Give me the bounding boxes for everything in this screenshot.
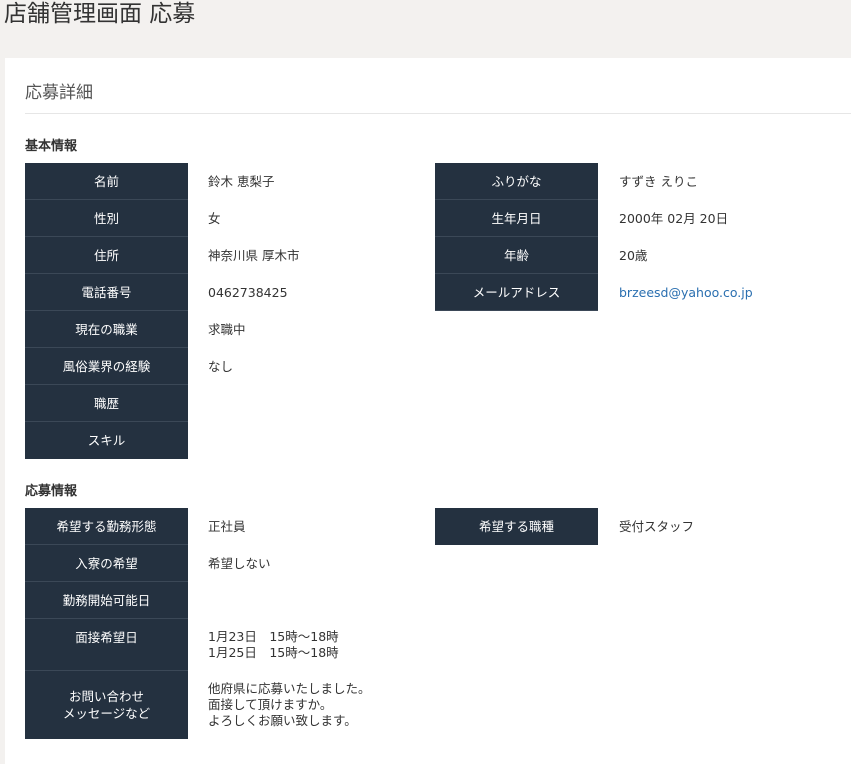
employment-type-label: 希望する勤務形態 xyxy=(25,508,188,545)
panel-title: 応募詳細 xyxy=(25,83,93,103)
job-type-label: 希望する職種 xyxy=(435,508,598,545)
skill-label: スキル xyxy=(25,422,188,459)
email-label: メールアドレス xyxy=(435,274,598,311)
employment-type-value: 正社員 xyxy=(208,518,246,534)
inquiry-message-label: お問い合わせ メッセージなど xyxy=(25,671,188,739)
experience-label: 風俗業界の経験 xyxy=(25,348,188,385)
birthdate-value: 2000年 02月 20日 xyxy=(619,210,729,226)
email-cell: brzeesd@yahoo.co.jp xyxy=(619,274,753,311)
email-link[interactable]: brzeesd@yahoo.co.jp xyxy=(619,285,753,301)
phone-label: 電話番号 xyxy=(25,274,188,311)
phone-value: 0462738425 xyxy=(208,284,288,300)
furigana-value: すずき えりこ xyxy=(619,173,698,189)
start-date-label: 勤務開始可能日 xyxy=(25,582,188,619)
furigana-label: ふりがな xyxy=(435,163,598,200)
current-job-value: 求職中 xyxy=(208,321,246,337)
name-value: 鈴木 恵梨子 xyxy=(208,173,275,189)
inquiry-message-value: 他府県に応募いたしました。 面接して頂けますか。 よろしくお願い致します。 xyxy=(208,681,371,728)
career-label: 職歴 xyxy=(25,385,188,422)
age-value: 20歳 xyxy=(619,247,648,263)
basic-info-heading: 基本情報 xyxy=(25,139,78,154)
application-detail-panel: 応募詳細 基本情報 名前 鈴木 恵梨子 ふりがな すずき えりこ 性別 女 生年… xyxy=(5,58,851,764)
experience-value: なし xyxy=(208,358,234,374)
address-value: 神奈川県 厚木市 xyxy=(208,247,300,263)
divider xyxy=(25,113,851,114)
age-label: 年齢 xyxy=(435,237,598,274)
page-title: 店舗管理画面 応募 xyxy=(4,1,196,27)
birthdate-label: 生年月日 xyxy=(435,200,598,237)
dorm-value: 希望しない xyxy=(208,555,271,571)
job-type-value: 受付スタッフ xyxy=(619,518,695,534)
address-label: 住所 xyxy=(25,237,188,274)
current-job-label: 現在の職業 xyxy=(25,311,188,348)
interview-date-value: 1月23日 15時～18時 1月25日 15時～18時 xyxy=(208,629,339,660)
interview-date-label: 面接希望日 xyxy=(25,619,188,671)
dorm-label: 入寮の希望 xyxy=(25,545,188,582)
gender-label: 性別 xyxy=(25,200,188,237)
name-label: 名前 xyxy=(25,163,188,200)
gender-value: 女 xyxy=(208,210,221,226)
application-info-heading: 応募情報 xyxy=(25,484,78,499)
